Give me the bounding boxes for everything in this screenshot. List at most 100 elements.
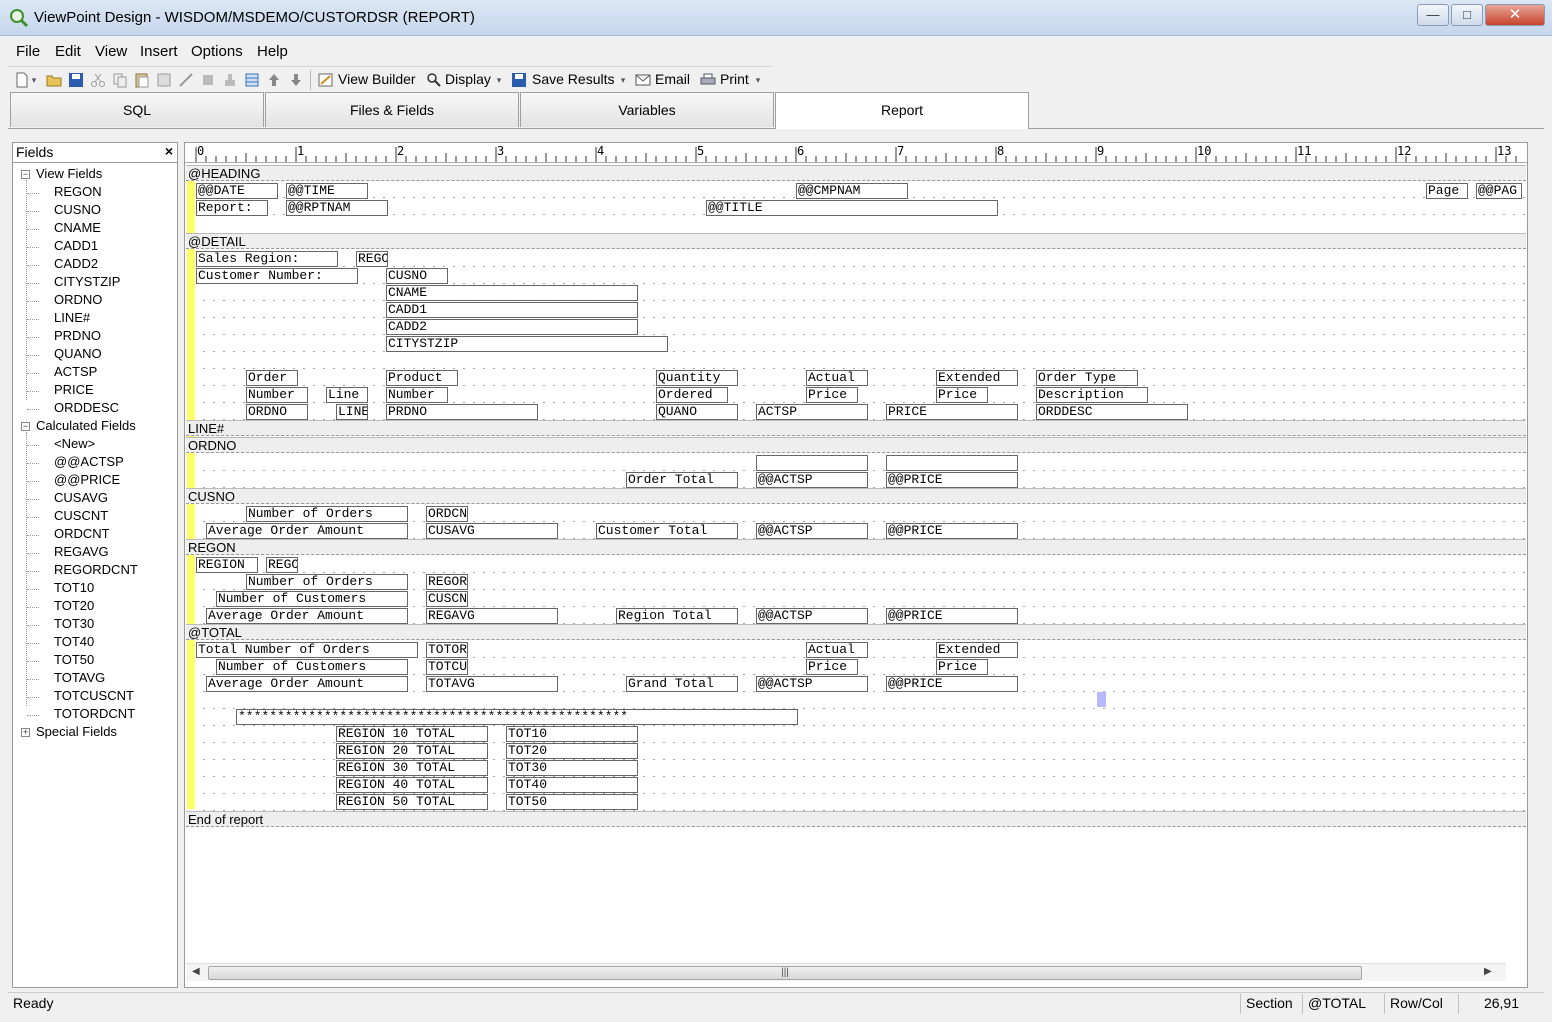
report-field[interactable]: @@PRICE [886,523,1018,539]
report-field[interactable]: REGION 20 TOTAL [336,743,488,759]
menu-view[interactable]: View [95,43,127,60]
report-field[interactable]: Price [806,387,858,403]
report-field[interactable]: REGO [266,557,298,573]
report-field[interactable]: Page [1426,183,1468,199]
tree-field-item[interactable]: CADD2 [54,256,98,271]
display-dropdown-icon[interactable]: ▾ [495,72,503,88]
email-button[interactable]: Email [655,71,690,87]
close-button[interactable]: ✕ [1485,4,1545,26]
report-field[interactable]: PRDNO [386,404,538,420]
report-field[interactable]: Number of Orders [246,574,408,590]
report-field[interactable]: Grand Total [626,676,738,692]
report-field[interactable]: Average Order Amount [206,608,408,624]
report-field[interactable]: TOT50 [506,794,638,810]
report-field[interactable]: @@CMPNAM [796,183,908,199]
scroll-right-icon[interactable]: ▶ [1484,966,1492,977]
email-icon[interactable] [635,72,651,88]
tab-sql[interactable]: SQL [10,92,264,127]
tree-field-item[interactable]: QUANO [54,346,102,361]
report-field[interactable]: CUSCN [426,591,468,607]
report-field-blank[interactable] [756,455,868,471]
tree-field-item[interactable]: TOT30 [54,616,94,631]
tree-field-item[interactable]: CITYSTZIP [54,274,120,289]
report-field[interactable]: Total Number of Orders [196,642,418,658]
report-field[interactable]: ****************************************… [236,709,798,725]
menu-file[interactable]: File [16,43,40,60]
tree-expand-toggle-icon[interactable]: + [21,728,30,737]
tree-field-item[interactable]: TOT20 [54,598,94,613]
paste-icon[interactable] [134,72,150,88]
open-folder-icon[interactable] [46,72,62,88]
menu-edit[interactable]: Edit [55,43,81,60]
report-field[interactable]: Sales Region: [196,251,338,267]
report-field[interactable]: REGION 50 TOTAL [336,794,488,810]
report-field[interactable]: CUSAVG [426,523,558,539]
report-field[interactable]: REGO [356,251,388,267]
tree-field-item[interactable]: TOT40 [54,634,94,649]
horizontal-scrollbar[interactable]: ◀ ||| ▶ [186,963,1506,981]
scroll-left-icon[interactable]: ◀ [192,966,200,977]
report-field[interactable]: REGAVG [426,608,558,624]
report-field[interactable]: @@ACTSP [756,676,868,692]
tab-files-fields[interactable]: Files & Fields [265,92,519,127]
report-field[interactable]: Price [806,659,858,675]
tree-expand-toggle-icon[interactable]: − [21,170,30,179]
scrollbar-thumb[interactable]: ||| [208,966,1362,980]
report-field[interactable]: Extended [936,642,1018,658]
report-field[interactable]: TOT30 [506,760,638,776]
report-field[interactable]: REGOR [426,574,468,590]
report-field[interactable]: CUSNO [386,268,448,284]
tree-field-item[interactable]: CUSAVG [54,490,108,505]
minimize-button[interactable]: — [1417,4,1449,26]
report-field[interactable]: @@PAG [1476,183,1522,199]
report-field[interactable]: ORDCN [426,506,468,522]
display-magnifier-icon[interactable] [426,72,442,88]
save-results-dropdown-icon[interactable]: ▾ [619,72,627,88]
report-field[interactable]: Line [326,387,368,403]
section-ordno[interactable]: ORDNO [186,437,1526,453]
report-field[interactable]: CITYSTZIP [386,336,668,352]
view-builder-icon[interactable] [318,72,334,88]
maximize-button[interactable]: □ [1451,4,1483,26]
report-field[interactable]: ORDNO [246,404,308,420]
display-button[interactable]: Display [445,71,491,87]
tree-field-item[interactable]: @@PRICE [54,472,120,487]
tree-field-item[interactable]: <New> [54,436,95,451]
tree-field-item[interactable]: TOTORDCNT [54,706,135,721]
report-field[interactable]: Average Order Amount [206,676,408,692]
report-field[interactable]: Number [246,387,308,403]
report-field[interactable]: TOT40 [506,777,638,793]
report-field[interactable]: Number of Customers [216,591,408,607]
report-field[interactable]: Order Total [626,472,738,488]
report-field[interactable]: REGION [196,557,258,573]
tree-field-item[interactable]: ORDDESC [54,400,119,415]
print-dropdown-icon[interactable]: ▾ [754,72,762,88]
report-field[interactable]: Product [386,370,458,386]
report-field[interactable]: Number of Orders [246,506,408,522]
tree-field-item[interactable]: CNAME [54,220,101,235]
report-field[interactable]: @@DATE [196,183,278,199]
report-field[interactable]: Order Type [1036,370,1138,386]
save-results-icon[interactable] [511,72,527,88]
report-field[interactable]: Customer Total [596,523,738,539]
report-field[interactable]: QUANO [656,404,738,420]
report-field[interactable]: Actual [806,370,868,386]
tree-field-item[interactable]: @@ACTSP [54,454,124,469]
tree-field-item[interactable]: ACTSP [54,364,97,379]
draw-line-icon[interactable] [178,72,194,88]
tab-variables[interactable]: Variables [520,92,774,127]
section-line[interactable]: LINE# [186,420,1526,436]
report-field[interactable]: Description [1036,387,1148,403]
report-field[interactable]: @@TITLE [706,200,998,216]
report-field[interactable]: @@TIME [286,183,368,199]
report-field[interactable]: TOTAVG [426,676,558,692]
report-field[interactable]: PRICE [886,404,1018,420]
report-field[interactable]: REGION 10 TOTAL [336,726,488,742]
tree-field-item[interactable]: REGORDCNT [54,562,138,577]
tree-group-label[interactable]: Calculated Fields [36,418,136,433]
report-field[interactable]: @@PRICE [886,608,1018,624]
menu-help[interactable]: Help [257,43,288,60]
report-field[interactable]: Region Total [616,608,738,624]
report-field[interactable]: CADD1 [386,302,638,318]
tree-field-item[interactable]: TOTCUSCNT [54,688,134,703]
